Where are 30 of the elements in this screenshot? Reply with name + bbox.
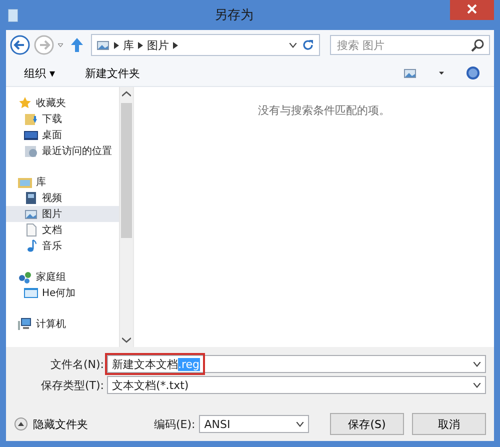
sidebar-item[interactable]: He何加	[6, 285, 119, 301]
sidebar-item[interactable]: 视频	[6, 190, 119, 206]
sidebar-item[interactable]: 桌面	[6, 127, 119, 143]
breadcrumb[interactable]: 库	[123, 38, 134, 52]
file-name-field[interactable]: 新建文本文档.reg	[107, 355, 486, 373]
field-label: 保存类型(T):	[40, 378, 104, 392]
new-folder-button[interactable]: 新建文件夹	[81, 64, 144, 82]
sidebar-item[interactable]: 计算机	[6, 316, 119, 332]
sidebar-item[interactable]: 图片	[6, 206, 119, 222]
sidebar-item[interactable]: 家庭组	[6, 269, 119, 285]
sidebar-item[interactable]: 文档	[6, 222, 119, 238]
empty-message: 没有与搜索条件匹配的项。	[258, 103, 390, 117]
cancel-button[interactable]: 取消	[412, 413, 486, 435]
encoding-dropdown[interactable]: ANSI	[199, 415, 310, 433]
sidebar-item[interactable]: 最近访问的位置	[6, 143, 119, 159]
sidebar-item[interactable]: 库	[6, 174, 119, 190]
save-type-dropdown[interactable]: 文本文档(*.txt)	[107, 376, 486, 394]
organize-menu[interactable]: 组织 ▾	[20, 64, 60, 82]
search-field[interactable]: 搜索 图片	[330, 35, 490, 55]
field-label: 文件名(N):	[49, 356, 104, 372]
breadcrumb[interactable]: 图片	[147, 38, 169, 52]
address-bar[interactable]: 库 图片	[91, 34, 320, 56]
hide-folders-button[interactable]: 隐藏文件夹	[14, 416, 88, 432]
sidebar-item[interactable]: 收藏夹	[6, 95, 119, 111]
field-label: 编码(E):	[154, 416, 196, 432]
sidebar-item[interactable]: 下载	[6, 111, 119, 127]
sidebar-item[interactable]: 音乐	[6, 238, 119, 254]
window-title: 另存为	[214, 7, 254, 24]
save-button[interactable]: 保存(S)	[330, 413, 404, 435]
file-name-text: 新建文本文档.reg	[112, 356, 200, 372]
